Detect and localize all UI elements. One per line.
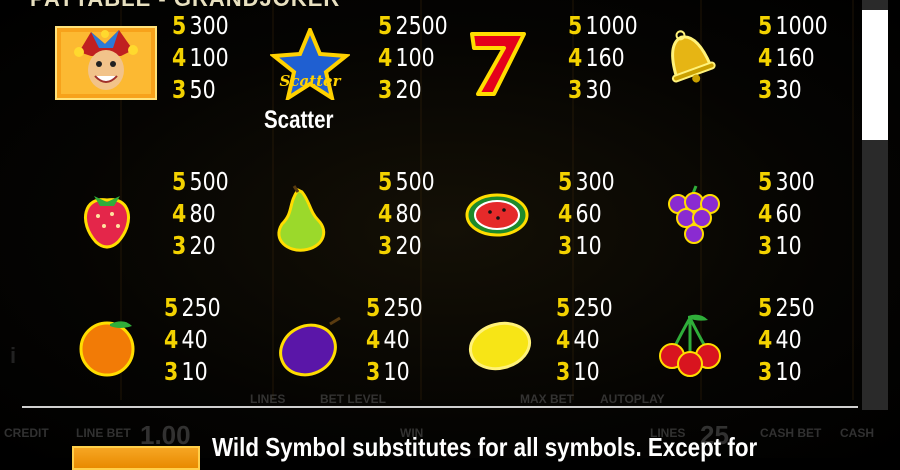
- watermelon-icon: [464, 192, 530, 238]
- scatter-label: Scatter: [264, 106, 334, 134]
- bg-line-bet-label: LINE BET: [76, 426, 131, 440]
- orange-icon: [74, 316, 140, 378]
- grapes-icon: [656, 182, 726, 252]
- lemon-pays: 5 250 4 40 3 10: [556, 293, 613, 386]
- joker-icon: [55, 26, 157, 100]
- bell-icon: [652, 28, 724, 84]
- cherries-icon: [652, 312, 728, 378]
- section-divider: [22, 406, 858, 408]
- bg-lines-label: LINES: [250, 392, 286, 406]
- grapes-pays: 5 300 4 60 3 10: [758, 167, 815, 260]
- cherries-pays: 5 250 4 40 3 10: [758, 293, 815, 386]
- pear-pays: 5 500 4 80 3 20: [378, 167, 435, 260]
- plum-pays: 5 250 4 40 3 10: [366, 293, 423, 386]
- seven-pays: 5 1000 4 160 3 30: [568, 11, 638, 104]
- wild-description: Wild Symbol substitutes for all symbols.…: [212, 432, 758, 462]
- orange-pays: 5 250 4 40 3 10: [164, 293, 221, 386]
- bg-cash-bet-label: CASH BET: [760, 426, 822, 440]
- bg-credit-label: CREDIT: [4, 426, 49, 440]
- bell-pays: 5 1000 4 160 3 30: [758, 11, 828, 104]
- joker-pays: 5 300 4 100 3 50: [172, 11, 229, 104]
- bg-cash-label: CASH: [840, 426, 875, 440]
- strawberry-pays: 5 500 4 80 3 20: [172, 167, 229, 260]
- scatter-pays: 5 2500 4 100 3 20: [378, 11, 448, 104]
- strawberry-icon: [74, 186, 140, 252]
- scrollbar-thumb[interactable]: [862, 10, 888, 140]
- bg-autoplay-label: AUTOPLAY: [600, 392, 665, 406]
- joker-wild-icon: [72, 446, 200, 470]
- seven-icon: [466, 28, 530, 98]
- pear-icon: [268, 184, 334, 254]
- svg-text:Scatter: Scatter: [280, 72, 342, 90]
- bg-bet-level-label: BET LEVEL: [320, 392, 387, 406]
- lemon-icon: [464, 318, 536, 374]
- plum-icon: [270, 316, 350, 378]
- scatter-star-icon: Scatter: [268, 24, 352, 103]
- watermelon-pays: 5 300 4 60 3 10: [558, 167, 615, 260]
- info-icon[interactable]: i: [10, 343, 16, 369]
- bg-max-bet-label: MAX BET: [520, 392, 574, 406]
